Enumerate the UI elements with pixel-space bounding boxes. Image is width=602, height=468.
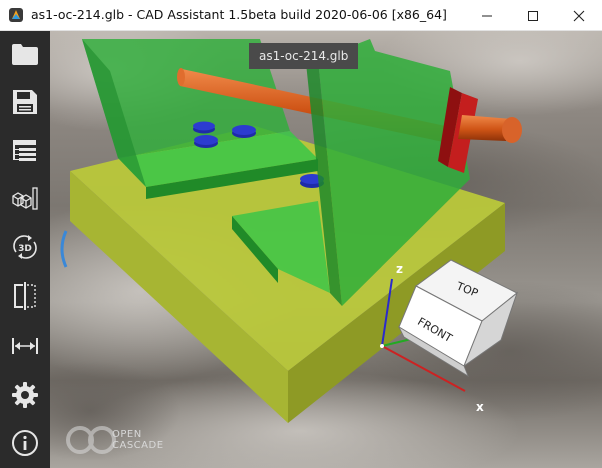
clipping-plane-button[interactable] xyxy=(5,276,45,316)
minimize-button[interactable] xyxy=(464,0,510,31)
info-icon xyxy=(12,430,38,456)
gear-icon xyxy=(12,382,38,408)
close-icon xyxy=(573,10,585,21)
maximize-button[interactable] xyxy=(510,0,556,31)
3d-viewport[interactable]: TOP FRONT as1-oc-214.glb z x OPEN CASCAD… xyxy=(50,31,602,468)
model-tree-icon xyxy=(13,140,36,161)
sidebar: 3D xyxy=(0,31,50,468)
cubes-icon xyxy=(12,187,38,210)
document-tab[interactable]: as1-oc-214.glb xyxy=(249,43,359,69)
about-button[interactable] xyxy=(5,423,45,463)
explode-view-button[interactable] xyxy=(5,179,45,219)
watermark-line-1: OPEN xyxy=(112,429,142,440)
watermark-text: OPEN CASCADE xyxy=(112,429,164,451)
save-button[interactable] xyxy=(5,82,45,122)
z-axis-label: z xyxy=(396,262,403,276)
measure-button[interactable] xyxy=(5,326,45,366)
folder-icon xyxy=(12,44,38,65)
view-3d-button[interactable]: 3D xyxy=(5,227,45,267)
collapse-sidebar-handle-icon[interactable] xyxy=(56,229,70,269)
x-axis-label: x xyxy=(476,400,484,414)
maximize-icon xyxy=(528,10,538,21)
view-3d-label: 3D xyxy=(18,244,32,254)
rod-end[interactable] xyxy=(458,115,522,143)
model-structure-button[interactable] xyxy=(5,131,45,171)
open-file-button[interactable] xyxy=(5,34,45,74)
window-title: as1-oc-214.glb - CAD Assistant 1.5beta b… xyxy=(31,7,447,22)
rotate-3d-icon: 3D xyxy=(13,235,37,259)
cad-scene[interactable]: TOP FRONT xyxy=(50,31,602,468)
settings-button[interactable] xyxy=(5,375,45,415)
app-logo-icon xyxy=(9,8,23,22)
close-button[interactable] xyxy=(556,0,602,31)
minimize-icon xyxy=(482,15,492,16)
section-plane-icon xyxy=(14,282,36,310)
measure-icon xyxy=(12,338,38,354)
title-bar: as1-oc-214.glb - CAD Assistant 1.5beta b… xyxy=(0,0,602,31)
watermark-line-2: CASCADE xyxy=(112,440,164,451)
floppy-disk-icon xyxy=(13,90,37,114)
